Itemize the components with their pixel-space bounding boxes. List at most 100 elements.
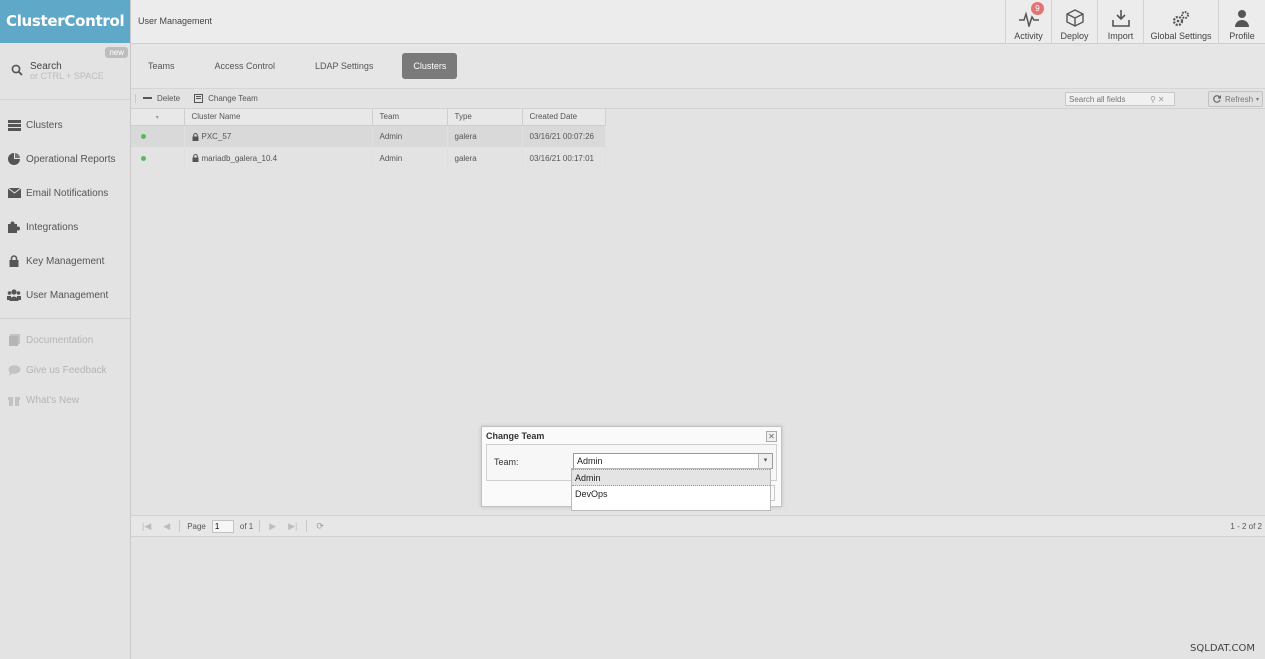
chevron-down-icon[interactable]: ▾: [758, 454, 772, 468]
change-team-label: Change Team: [208, 94, 258, 103]
sidebar-item-email-notifications[interactable]: Email Notifications: [0, 176, 130, 210]
page-label: Page: [187, 521, 206, 531]
user-icon: [1235, 10, 1249, 27]
table-row[interactable]: PXC_57 Admin galera 03/16/21 00:07:26: [131, 125, 606, 147]
column-header-type[interactable]: Type: [447, 109, 523, 126]
chat-icon: [7, 364, 21, 376]
sidebar-search[interactable]: Search or CTRL + SPACE new: [0, 43, 130, 100]
created-date-cell: 03/16/21 00:17:01: [522, 147, 606, 169]
global-settings-button[interactable]: Global Settings: [1143, 0, 1218, 44]
column-header-select[interactable]: ▾: [131, 109, 185, 126]
type-cell: galera: [447, 125, 523, 147]
team-select[interactable]: ▾: [573, 453, 773, 469]
tab-clusters[interactable]: Clusters: [402, 53, 458, 79]
next-page-icon[interactable]: ▶: [269, 521, 276, 532]
page-number-input[interactable]: [211, 519, 234, 533]
edit-icon: [194, 94, 204, 103]
team-dropdown-list: Admin DevOps: [571, 468, 771, 511]
column-header-team[interactable]: Team: [372, 109, 448, 126]
cluster-name: PXC_57: [201, 131, 232, 141]
pie-chart-icon: [7, 153, 21, 165]
sidebar-item-clusters[interactable]: Clusters: [0, 108, 130, 142]
import-button[interactable]: Import: [1097, 0, 1143, 44]
search-icon: [11, 64, 23, 76]
clear-icon[interactable]: ✕: [1158, 95, 1165, 104]
watermark: SQLDAT.COM: [1190, 643, 1255, 654]
team-cell: Admin: [372, 125, 448, 147]
sidebar-item-label: Integrations: [26, 221, 79, 233]
prev-page-icon[interactable]: ◀: [163, 521, 170, 532]
page-title: User Management: [138, 16, 213, 26]
refresh-button[interactable]: Refresh ▾: [1208, 91, 1263, 107]
sidebar-item-integrations[interactable]: Integrations: [0, 210, 130, 244]
team-option-admin[interactable]: Admin: [572, 469, 770, 486]
team-select-input[interactable]: [574, 454, 756, 468]
pager-divider: [179, 520, 181, 532]
cluster-name-cell: mariadb_galera_10.4: [184, 147, 373, 169]
change-team-button[interactable]: Change Team: [187, 94, 265, 103]
grid-pager: |◀ ◀ Page of 1 ▶ ▶| ⟳ 1 - 2 of 2: [131, 515, 1265, 537]
table-row[interactable]: mariadb_galera_10.4 Admin galera 03/16/2…: [131, 147, 606, 169]
sidebar: ClusterControl Search or CTRL + SPACE ne…: [0, 0, 131, 659]
tab-teams[interactable]: Teams: [137, 53, 186, 79]
search-icon[interactable]: ⚲: [1150, 95, 1156, 104]
activity-badge: 9: [1031, 2, 1044, 15]
dialog-title: Change Team: [486, 431, 545, 441]
column-header-created-date[interactable]: Created Date: [522, 109, 606, 126]
gift-icon: [7, 394, 21, 406]
sidebar-item-feedback[interactable]: Give us Feedback: [0, 355, 130, 385]
clusters-icon: [7, 119, 21, 131]
sidebar-item-operational-reports[interactable]: Operational Reports: [0, 142, 130, 176]
sidebar-item-user-management[interactable]: User Management: [0, 278, 130, 312]
clusters-table: ▾ Cluster Name Team Type Created Date PX…: [131, 109, 606, 169]
status-dot: [141, 133, 146, 139]
user-management-tabs: Teams Access Control LDAP Settings Clust…: [131, 44, 1265, 88]
sidebar-nav: Clusters Operational Reports Email Notif…: [0, 100, 130, 312]
sort-caret-icon: ▾: [155, 115, 159, 122]
cluster-name-cell: PXC_57: [184, 125, 373, 147]
activity-button[interactable]: 9 Activity: [1005, 0, 1051, 44]
tab-access-control[interactable]: Access Control: [204, 53, 287, 79]
column-header-cluster-name[interactable]: Cluster Name: [184, 109, 373, 126]
grid-search-input[interactable]: [1066, 94, 1148, 104]
import-label: Import: [1107, 31, 1134, 41]
team-option-devops[interactable]: DevOps: [572, 486, 770, 503]
sidebar-item-label: Email Notifications: [26, 187, 109, 199]
sidebar-item-label: What's New: [26, 394, 80, 406]
close-icon[interactable]: ✕: [766, 431, 777, 442]
import-icon: [1111, 10, 1130, 27]
sidebar-item-whats-new[interactable]: What's New: [0, 385, 130, 415]
pager-divider: [259, 520, 261, 532]
users-icon: [7, 289, 21, 301]
pager-divider: [306, 520, 308, 532]
status-cell: [131, 147, 185, 169]
status-dot: [141, 155, 146, 161]
reload-icon[interactable]: ⟳: [316, 521, 324, 532]
minus-icon: [143, 97, 152, 99]
sidebar-item-key-management[interactable]: Key Management: [0, 244, 130, 278]
profile-button[interactable]: Profile: [1218, 0, 1265, 44]
tab-ldap-settings[interactable]: LDAP Settings: [304, 53, 384, 79]
deploy-label: Deploy: [1060, 31, 1089, 41]
sidebar-item-label: Documentation: [26, 334, 94, 346]
cube-icon: [1065, 9, 1084, 27]
last-page-icon[interactable]: ▶|: [288, 521, 297, 532]
cluster-name: mariadb_galera_10.4: [201, 153, 278, 163]
first-page-icon[interactable]: |◀: [142, 521, 151, 532]
gears-icon: [1172, 11, 1189, 27]
status-cell: [131, 125, 185, 147]
lock-icon: [192, 154, 198, 163]
created-date-cell: 03/16/21 00:07:26: [522, 125, 606, 147]
sidebar-item-label: User Management: [26, 289, 109, 301]
delete-button[interactable]: Delete: [135, 94, 187, 103]
chevron-down-icon: ▾: [1256, 96, 1260, 103]
deploy-button[interactable]: Deploy: [1051, 0, 1097, 44]
sidebar-item-label: Clusters: [26, 119, 63, 131]
app-logo[interactable]: ClusterControl: [0, 0, 130, 43]
new-badge: new: [105, 47, 128, 58]
activity-label: Activity: [1014, 31, 1043, 41]
sidebar-item-label: Operational Reports: [26, 153, 116, 165]
sidebar-item-documentation[interactable]: Documentation: [0, 325, 130, 355]
grid-search-field[interactable]: ⚲ ✕: [1065, 92, 1175, 106]
page-of-label: of 1: [239, 521, 254, 531]
